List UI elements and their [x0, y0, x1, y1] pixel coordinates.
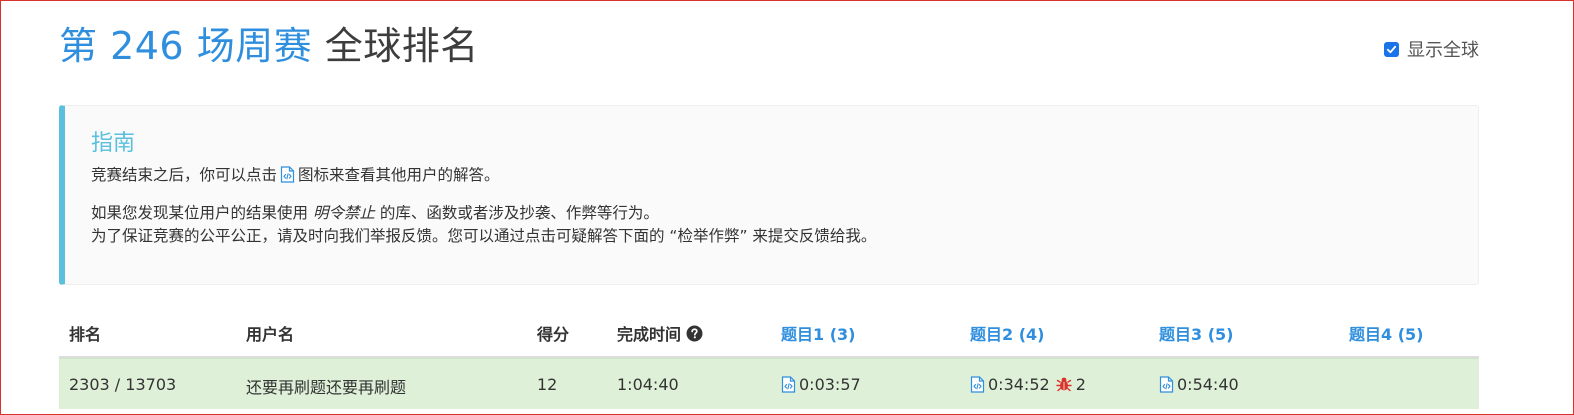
- row-question-3: 0:54:40: [1159, 359, 1239, 409]
- row-username[interactable]: 还要再刷题还要再刷题: [246, 359, 406, 409]
- guide-line-1: 竞赛结束之后，你可以点击 图标来查看其他用户的解答。: [91, 164, 1452, 190]
- header-rank: 排名: [69, 325, 102, 344]
- header-finish-time: 完成时间: [617, 310, 703, 356]
- question-1-time: 0:03:57: [799, 374, 861, 394]
- code-file-icon[interactable]: [970, 375, 985, 393]
- header-question-2[interactable]: 题目2 (4): [970, 310, 1044, 356]
- row-finish-time: 1:04:40: [617, 374, 679, 394]
- guide-title: 指南: [91, 131, 136, 156]
- header-username: 用户名: [246, 325, 295, 344]
- row-rank: 2303 / 13703: [69, 374, 177, 394]
- page-title: 第 246 场周赛 全球排名: [59, 20, 479, 72]
- title-suffix: 全球排名: [324, 24, 479, 68]
- show-global-checkbox[interactable]: [1384, 41, 1399, 57]
- contest-title: 第 246 场周赛: [59, 24, 313, 68]
- question-circle-icon[interactable]: [686, 325, 703, 342]
- show-global-toggle[interactable]: 显示全球: [1384, 36, 1479, 62]
- guide-line-1-start: 竞赛结束之后，你可以点击: [91, 166, 278, 184]
- code-file-icon[interactable]: [1159, 375, 1174, 393]
- code-file-icon[interactable]: [781, 375, 796, 393]
- guide-emphasis: 明令禁止: [312, 204, 375, 222]
- row-question-1: 0:03:57: [781, 359, 861, 409]
- table-header: 排名 用户名 得分 完成时间 题目1 (3) 题目2 (4) 题目3 (5) 题…: [59, 310, 1479, 358]
- question-2-time: 0:34:52: [988, 374, 1050, 394]
- guide-line-3: 为了保证竞赛的公平公正，请及时向我们举报反馈。您可以通过点击可疑解答下面的 “检…: [91, 227, 877, 245]
- table-row: 2303 / 13703 还要再刷题还要再刷题 12 1:04:40 0:03:…: [59, 358, 1479, 409]
- guide-paragraph-2: 如果您发现某位用户的结果使用 明令禁止 的库、函数或者涉及抄袭、作弊等行为。 为…: [91, 202, 1452, 248]
- checkmark-icon: [1386, 45, 1397, 53]
- guide-line-2-start: 如果您发现某位用户的结果使用: [91, 204, 309, 222]
- code-file-icon: [280, 166, 295, 190]
- header-finish-time-label: 完成时间: [617, 325, 682, 344]
- guide-line-2-end: 的库、函数或者涉及抄袭、作弊等行为。: [379, 204, 659, 222]
- guide-line-1-end: 图标来查看其他用户的解答。: [298, 166, 500, 184]
- row-username-text[interactable]: 还要再刷题还要再刷题: [246, 374, 406, 398]
- question-3-time: 0:54:40: [1177, 374, 1239, 394]
- bug-icon: [1055, 376, 1072, 392]
- ranking-page: 第 246 场周赛 全球排名 显示全球 指南 竞赛结束之后，你可以点击 图标来查看…: [59, 0, 1479, 409]
- question-2-bug-count: 2: [1075, 374, 1086, 394]
- header-question-4[interactable]: 题目4 (5): [1349, 310, 1423, 356]
- show-global-label: 显示全球: [1407, 40, 1479, 61]
- row-score: 12: [537, 374, 558, 394]
- title-row: 第 246 场周赛 全球排名 显示全球: [59, 0, 1479, 96]
- ranking-table: 排名 用户名 得分 完成时间 题目1 (3) 题目2 (4) 题目3 (5) 题…: [59, 310, 1479, 409]
- header-question-1[interactable]: 题目1 (3): [781, 310, 855, 356]
- header-score: 得分: [537, 325, 570, 344]
- guide-callout: 指南 竞赛结束之后，你可以点击 图标来查看其他用户的解答。 如果您发现某位用户的结…: [59, 105, 1479, 285]
- row-question-2: 0:34:52 2: [970, 359, 1086, 409]
- header-question-3[interactable]: 题目3 (5): [1159, 310, 1233, 356]
